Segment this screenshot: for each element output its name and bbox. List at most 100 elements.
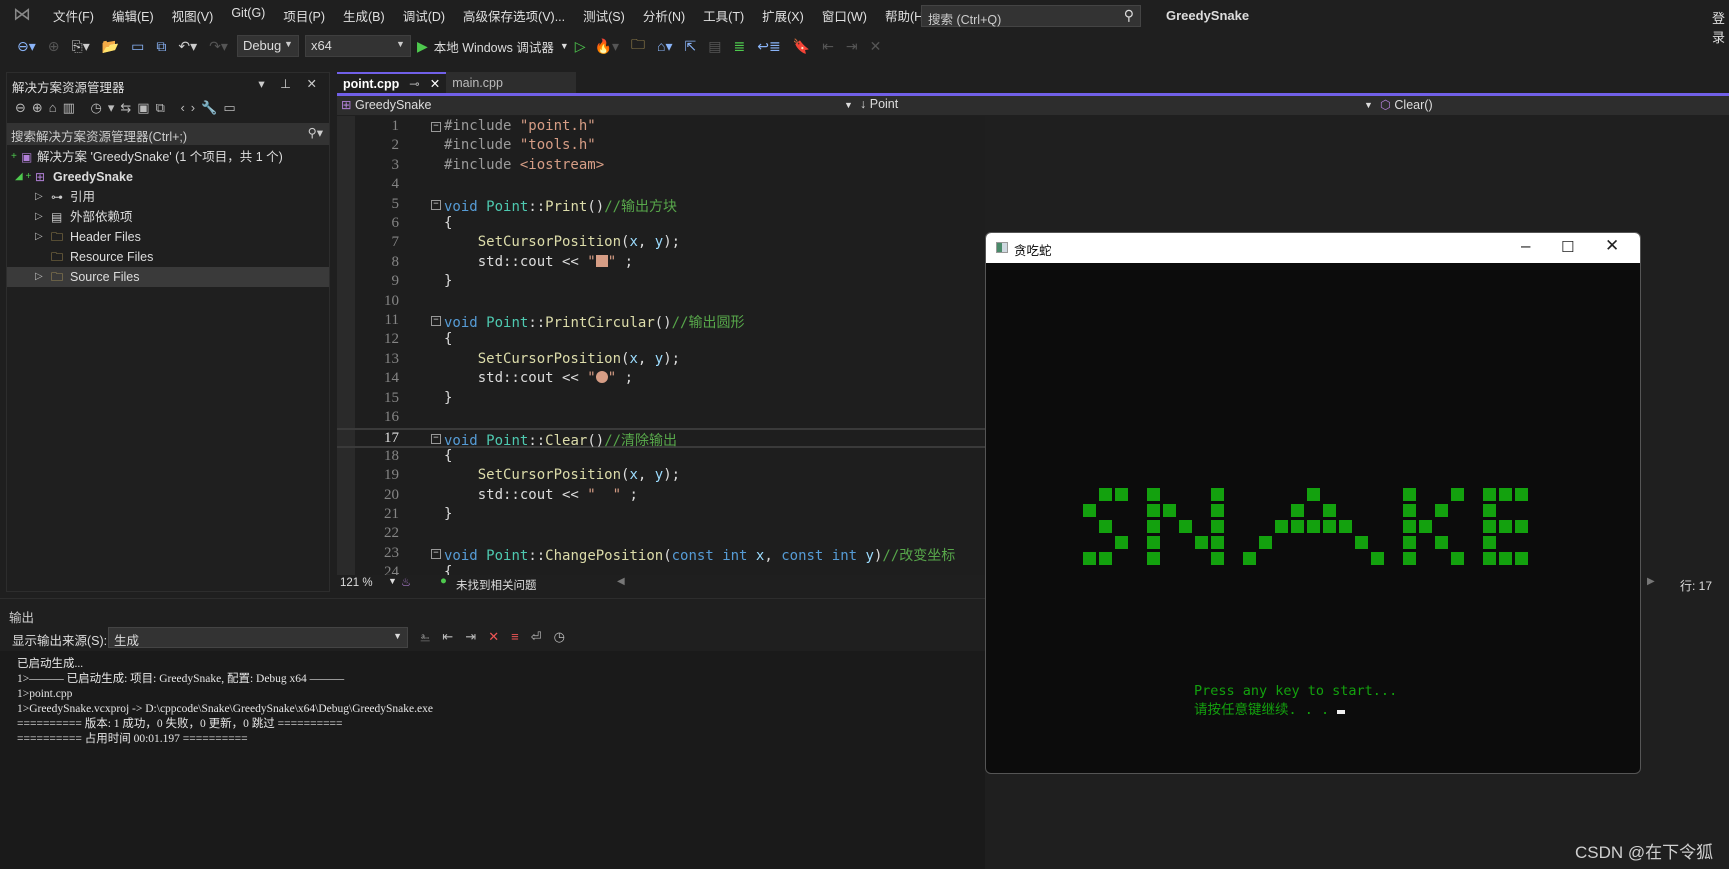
collapse-icon[interactable]: − — [431, 434, 441, 445]
config-select[interactable]: Debug ▼ — [236, 35, 299, 57]
tree-item[interactable]: ▷ 🗀 Source Files — [7, 267, 329, 287]
code-line[interactable]: 17− void Point::Clear()//清除输出 — [337, 428, 985, 449]
forward-icon[interactable]: ⊕ — [45, 38, 63, 55]
menu-item[interactable]: 项目(P) — [274, 6, 334, 25]
start-debug-icon[interactable]: ▶ — [417, 38, 428, 55]
code-line[interactable]: 2 #include "tools.h" — [337, 137, 985, 156]
code-line[interactable]: 24 { — [337, 564, 985, 575]
code-line[interactable]: 3 #include <iostream> — [337, 157, 985, 176]
search-input[interactable]: 搜索 (Ctrl+Q) ⚲ — [921, 5, 1141, 27]
maximize-button[interactable]: ☐ — [1561, 238, 1574, 256]
code-line[interactable]: 20 std::cout << " " ; — [337, 487, 985, 506]
menu-item[interactable]: 测试(S) — [574, 6, 634, 25]
chevron-down-icon[interactable]: ▼ — [844, 100, 853, 110]
tree-item[interactable]: + ▣ 解决方案 'GreedySnake' (1 个项目，共 1 个) — [7, 147, 329, 167]
close-button[interactable]: ✕ — [1605, 236, 1619, 256]
next-message-icon[interactable]: ⇥ — [465, 629, 488, 644]
code-line[interactable]: 11 − void Point::PrintCircular()//输出圆形 — [337, 312, 985, 331]
code-line[interactable]: 7 SetCursorPosition(x, y); — [337, 234, 985, 253]
issues-status[interactable]: 未找到相关问题 — [456, 577, 537, 593]
code-line[interactable]: 8 std::cout << " " ; — [337, 254, 985, 273]
word-wrap-icon[interactable]: ⏎ — [531, 629, 554, 644]
menu-item[interactable]: 编辑(E) — [103, 6, 163, 25]
next-bookmark-icon[interactable]: ⇥ — [843, 38, 861, 55]
goto-line-icon[interactable]: ⎁ — [420, 629, 442, 644]
prev-bookmark-icon[interactable]: ⇤ — [819, 38, 837, 55]
output-source-select[interactable]: 生成 ▼ — [108, 627, 408, 648]
open-file-icon[interactable]: 📂 — [99, 38, 122, 55]
collapse-icon[interactable]: − — [431, 316, 441, 326]
tab-main-cpp[interactable]: main.cpp — [446, 72, 577, 93]
menu-item[interactable]: 窗口(W) — [813, 6, 876, 25]
panel-controls[interactable]: ▾ ⊥ ✕ — [258, 76, 323, 91]
code-line[interactable]: 21} — [337, 506, 985, 525]
solution-explorer-toolbar[interactable]: ⊖⊕⌂▥ ◷▾⇆▣⧉ ‹›🔧▭ — [7, 97, 329, 121]
code-line[interactable]: 19 SetCursorPosition(x, y); — [337, 467, 985, 486]
output-text[interactable]: 已启动生成... 1>——— 已启动生成: 项目: GreedySnake, 配置… — [0, 651, 985, 869]
menu-item[interactable]: 视图(V) — [163, 6, 223, 25]
pin-icon[interactable]: ⊸ — [409, 76, 419, 91]
scroll-right-icon[interactable]: ▶ — [1647, 576, 1655, 587]
scroll-left-icon[interactable]: ◀ — [617, 576, 625, 587]
collapse-icon[interactable]: − — [431, 548, 441, 559]
select-element-icon[interactable]: ⇱ — [682, 38, 700, 55]
code-line[interactable]: 12 { — [337, 331, 985, 350]
game-console-window[interactable]: 贪吃蛇 – ☐ ✕ Press any key to start... 请按任意… — [985, 232, 1641, 774]
clear-all-icon[interactable]: ✕≡ — [488, 629, 530, 644]
layout-icon[interactable]: ▤ — [705, 38, 724, 55]
chevron-down-icon[interactable]: ▼ — [560, 41, 569, 51]
clear-bookmarks-icon[interactable]: ✕ — [867, 38, 885, 55]
tree-item[interactable]: 🗀 Resource Files — [7, 247, 329, 267]
expand-icon[interactable]: ◢ + — [15, 167, 31, 187]
project-dropdown[interactable]: ⊞ GreedySnake — [341, 97, 431, 112]
member-dropdown[interactable]: ⬡ Clear() — [1380, 97, 1433, 112]
save-all-icon[interactable]: ⧉ — [153, 38, 169, 55]
copilot-icon[interactable]: ♨ — [401, 575, 411, 589]
code-line[interactable]: 13 SetCursorPosition(x, y); — [337, 351, 985, 370]
minimize-button[interactable]: – — [1521, 236, 1530, 256]
redo-icon[interactable]: ↷▾ — [206, 38, 231, 55]
code-line[interactable]: 18 { — [337, 448, 985, 467]
expand-icon[interactable]: + — [11, 147, 17, 167]
code-line[interactable]: 14 std::cout << " " ; — [337, 370, 985, 389]
chevron-down-icon[interactable]: ▼ — [388, 576, 397, 586]
close-icon[interactable]: ✕ — [430, 76, 440, 91]
code-line[interactable]: 9} — [337, 273, 985, 292]
code-line[interactable]: 10 — [337, 293, 985, 312]
tree-item[interactable]: ▷ ▤ 外部依赖项 — [7, 207, 329, 227]
menu-item[interactable]: 调试(D) — [394, 6, 454, 25]
expand-icon[interactable]: ▷ — [35, 187, 43, 207]
menu-item[interactable]: Git(G) — [222, 6, 274, 25]
chevron-down-icon[interactable]: ▼ — [1364, 100, 1373, 110]
code-editor[interactable]: 1− #include "point.h" 2 #include "tools.h" 3… — [337, 116, 985, 575]
undo-icon[interactable]: ↶▾ — [175, 38, 200, 55]
collapse-icon[interactable]: − — [431, 122, 441, 132]
code-line[interactable]: 4 — [337, 176, 985, 195]
expand-icon[interactable]: ▷ — [35, 207, 43, 227]
menu-item[interactable]: 高级保存选项(V)... — [454, 6, 574, 25]
save-icon[interactable]: ▭ — [128, 38, 147, 55]
back-icon[interactable]: ⊖▾ — [14, 38, 39, 55]
find-in-files-icon[interactable]: 🗀 — [628, 34, 648, 58]
menu-item[interactable]: 分析(N) — [634, 6, 694, 25]
code-line[interactable]: 6{ — [337, 215, 985, 234]
code-line[interactable]: 23 − void Point::ChangePosition(const int … — [337, 545, 985, 564]
bookmark-icon[interactable]: 🔖 — [790, 38, 813, 55]
code-line[interactable]: 1 − #include "point.h" — [337, 118, 985, 137]
zoom-level[interactable]: 121 % — [340, 577, 373, 589]
menu-item[interactable]: 工具(T) — [694, 6, 753, 25]
code-line[interactable]: 5 − void Point::Print()//输出方块 — [337, 196, 985, 215]
prev-message-icon[interactable]: ⇤ — [442, 629, 465, 644]
window-home-icon[interactable]: ⌂▾ — [654, 38, 675, 55]
tree-item[interactable]: ▷ ⊶ 引用 — [7, 187, 329, 207]
tree-item[interactable]: ▷ 🗀 Header Files — [7, 227, 329, 247]
new-project-icon[interactable]: ⎘▾ — [69, 38, 93, 55]
start-without-debug-icon[interactable]: ▷ — [575, 38, 586, 55]
comment-icon[interactable]: ≣ — [731, 38, 749, 55]
menu-item[interactable]: 文件(F) — [44, 6, 103, 25]
tab-point-cpp[interactable]: point.cpp ⊸ ✕ — [337, 72, 447, 93]
uncomment-icon[interactable]: ↩≣ — [754, 38, 783, 55]
solution-search-input[interactable]: 搜索解决方案资源管理器(Ctrl+;) ⚲▾ — [7, 123, 329, 145]
hot-reload-icon[interactable]: 🔥▾ — [592, 38, 622, 55]
expand-icon[interactable]: ▷ — [35, 267, 43, 287]
